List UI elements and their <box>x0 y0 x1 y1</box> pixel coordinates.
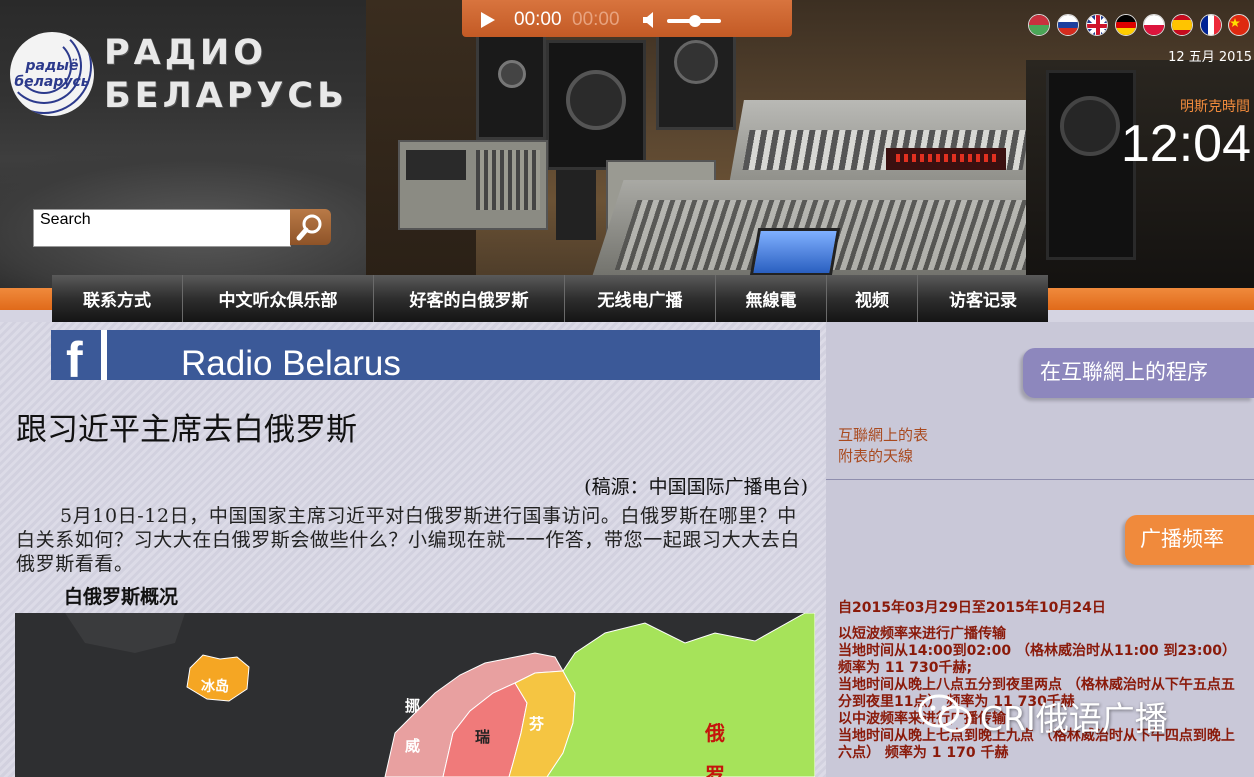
facebook-banner[interactable]: f Radio Belarus <box>51 330 820 388</box>
search-icon <box>296 214 322 241</box>
freq-period: 自2015年03月29日至2015年10月24日 <box>838 600 1106 616</box>
nav-item-radio-broadcast[interactable]: 无线电广播 <box>565 275 716 322</box>
volume-icon[interactable] <box>642 11 660 29</box>
german-flag-icon[interactable] <box>1115 14 1137 36</box>
tab-internet-programs-label: 在互聯網上的程序 <box>1040 360 1208 384</box>
tab-internet-programs[interactable]: 在互聯網上的程序 <box>1023 348 1254 398</box>
volume-knob[interactable] <box>689 15 701 27</box>
link-internet-schedule[interactable]: 互聯網上的表 <box>838 424 928 445</box>
polish-flag-icon[interactable] <box>1143 14 1165 36</box>
nav-item-listener-club[interactable]: 中文听众俱乐部 <box>183 275 374 322</box>
facebook-banner-bar: Radio Belarus <box>107 330 820 380</box>
current-time: 00:00 <box>514 9 562 30</box>
timezone-label: 明斯克時間 <box>1180 99 1250 115</box>
freq-spacer <box>838 617 1238 626</box>
site-header: радыё беларусь РАДИО БЕЛАРУСЬ Search 00:… <box>0 0 1254 288</box>
main-nav: 联系方式 中文听众俱乐部 好客的白俄罗斯 无线电广播 無線電 视频 访客记录 <box>52 275 1048 322</box>
facebook-letter: f <box>66 332 83 388</box>
duration: 00:00 <box>572 9 620 30</box>
map-label-norway-2: 威 <box>405 737 421 755</box>
article-subhead: 白俄罗斯概况 <box>64 586 179 608</box>
clock: 12:04 <box>1120 115 1251 173</box>
site-title-line2: БЕЛАРУСЬ <box>104 76 348 116</box>
map-label-russia-2: 罗 <box>705 763 725 777</box>
tab-broadcast-frequency[interactable]: 广播频率 <box>1125 515 1254 565</box>
tab-broadcast-frequency-label: 广播频率 <box>1140 527 1224 551</box>
nav-item-contact[interactable]: 联系方式 <box>52 275 183 322</box>
freq-shortwave-heading: 以短波频率来进行广播传输 <box>838 626 1006 642</box>
uk-flag-icon[interactable] <box>1086 14 1108 36</box>
audio-player: 00:00 00:00 <box>462 0 792 37</box>
nav-item-video[interactable]: 视频 <box>827 275 918 322</box>
site-title-line1: РАДИО <box>104 33 267 73</box>
europe-map-image: 冰岛 挪 威 瑞 芬 俄 罗 <box>15 613 815 777</box>
article-title: 跟习近平主席去白俄罗斯 <box>16 412 357 448</box>
russian-flag-icon[interactable] <box>1057 14 1079 36</box>
belarusian-flag-icon[interactable] <box>1028 14 1050 36</box>
site-title: РАДИО БЕЛАРУСЬ <box>104 32 348 118</box>
link-antenna-schedule[interactable]: 附表的天線 <box>838 445 913 466</box>
facebook-icon: f <box>51 330 101 388</box>
play-icon[interactable] <box>480 11 496 29</box>
chinese-flag-icon[interactable] <box>1228 14 1250 36</box>
search-input[interactable]: Search <box>33 209 291 247</box>
search-placeholder: Search <box>40 211 91 228</box>
freq-shortwave-1: 当地时间从14:00到02:00 （格林威治时从11:00 到23:00） 频率… <box>838 643 1237 676</box>
map-label-finland: 芬 <box>529 715 545 733</box>
search-button[interactable] <box>290 209 331 245</box>
map-label-sweden: 瑞 <box>475 728 491 746</box>
french-flag-icon[interactable] <box>1200 14 1222 36</box>
current-date: 12 五月 2015 <box>1168 50 1252 65</box>
nav-item-radio[interactable]: 無線電 <box>716 275 827 322</box>
article-source: (稿源：中国国际广播电台) <box>584 476 808 498</box>
map-label-norway-1: 挪 <box>405 697 421 715</box>
map-label-iceland: 冰岛 <box>201 679 229 695</box>
volume-slider[interactable] <box>667 15 721 27</box>
wechat-icon <box>918 694 972 733</box>
nav-item-hospitable-belarus[interactable]: 好客的白俄罗斯 <box>374 275 565 322</box>
nav-item-guestbook[interactable]: 访客记录 <box>918 275 1048 322</box>
radio-belarus-logo[interactable]: радыё беларусь <box>10 32 94 116</box>
article-body: 5月10日-12日，中国国家主席习近平对白俄罗斯进行国事访问。白俄罗斯在哪里？中… <box>16 505 801 575</box>
wechat-watermark: CRI俄语广播 <box>918 690 1218 738</box>
map-label-russia-1: 俄 <box>705 721 725 745</box>
watermark-text: CRI俄语广播 <box>980 699 1168 738</box>
spanish-flag-icon[interactable] <box>1171 14 1193 36</box>
logo-text: радыё беларусь <box>14 58 90 90</box>
facebook-banner-text: Radio Belarus <box>181 344 401 380</box>
sidebar-divider <box>826 479 1254 480</box>
